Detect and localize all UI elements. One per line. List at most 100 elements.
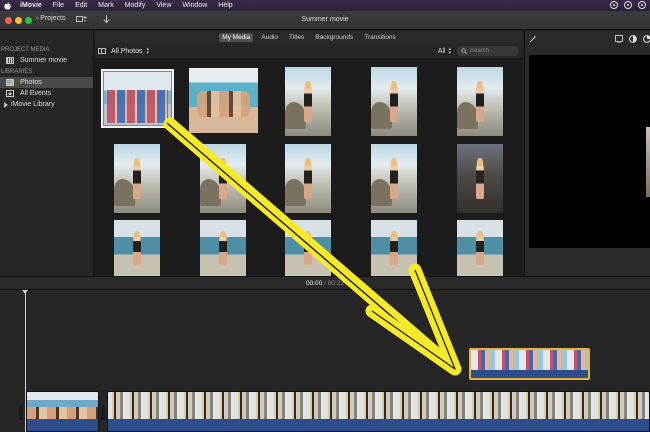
sidebar-item-label: All Events [20,90,52,97]
photo-thumbnail[interactable] [457,144,503,213]
photos-icon [6,79,14,86]
clip-audio-track [27,419,98,431]
photo-content [390,231,398,265]
status-icons [610,1,646,9]
dragged-photo-clip[interactable] [469,348,590,380]
viewer-toolbar [525,31,650,53]
photo-thumbnail[interactable] [371,67,417,136]
photo-thumbnail[interactable] [101,69,174,128]
photo-thumbnail[interactable] [200,220,246,276]
timecode-separator: / [324,280,326,287]
apple-logo-icon[interactable] [4,1,12,10]
photo-content [304,157,312,200]
clip-audio-track [108,419,649,431]
menu-modify[interactable]: Modify [125,2,146,9]
timeline[interactable] [0,290,650,432]
photo-content [476,80,484,123]
photo-content [133,157,141,200]
clip-frames [471,350,588,370]
window-title: Summer movie [301,16,349,23]
tab-backgrounds[interactable]: Backgrounds [312,33,356,42]
timeline-clip[interactable] [107,391,650,432]
photo-thumbnail[interactable] [285,67,331,136]
photo-content [133,231,141,265]
events-star-icon [6,90,14,97]
photo-content [114,178,135,207]
photo-content [304,231,312,265]
menu-file[interactable]: File [53,2,64,9]
photo-thumbnail[interactable] [114,220,160,276]
tab-audio[interactable]: Audio [258,33,281,42]
photo-thumbnail[interactable] [114,144,160,213]
menu-view[interactable]: View [156,2,171,9]
sidebar-item-label: iMovie Library [11,101,55,108]
clip-filter-selector[interactable]: All ▴ ▾ [437,46,451,56]
media-browser-tabs: My Media Audio Titles Backgrounds Transi… [95,31,523,44]
photo-content [285,101,306,130]
sidebar-item-label: Photos [20,79,42,86]
clip-frames [27,392,98,420]
clip-trim-handle[interactable] [101,406,105,420]
sidebar-toggle-icon[interactable] [98,48,106,54]
photo-thumbnail[interactable] [371,144,417,213]
magic-wand-icon[interactable] [529,35,537,43]
photo-content [476,157,484,200]
menu-window[interactable]: Window [182,2,207,9]
viewer-panel [524,31,650,276]
photo-content [371,178,392,207]
record-status-icon[interactable] [610,1,618,9]
sidebar-item-photos[interactable]: Photos [0,77,93,88]
tab-titles[interactable]: Titles [286,33,307,42]
photo-content [371,101,392,130]
sidebar-item-imovie-library[interactable]: iMovie Library [0,99,93,110]
photo-thumbnail[interactable] [200,144,246,213]
viewer-preview-frame [646,127,650,197]
photo-thumbnail[interactable] [371,220,417,276]
tab-my-media[interactable]: My Media [219,33,254,42]
sync-status-icon[interactable] [624,1,632,9]
photo-grid [95,58,523,276]
photo-content [197,90,250,117]
window-toolbar: ‹ Projects Summer movie [0,11,650,30]
control-center-icon[interactable] [638,1,646,9]
disclosure-triangle-icon[interactable] [4,101,8,108]
sidebar-item-all-events[interactable]: All Events [0,88,93,99]
libraries-heading: LIBRARIES [1,69,33,75]
photo-thumbnail[interactable] [457,67,503,136]
menu-help[interactable]: Help [218,2,232,9]
clip-filter-label: All [437,47,446,55]
film-icon [6,57,14,64]
clip-frames [108,392,649,420]
photo-content [200,178,221,207]
photo-content [304,80,312,123]
search-input[interactable] [470,48,518,54]
photo-content [219,157,227,200]
menu-edit[interactable]: Edit [75,2,87,9]
project-media-heading: PROJECT MEDIA [1,47,50,53]
photo-thumbnail[interactable] [457,220,503,276]
up-down-chevron-icon: ▴ ▾ [448,46,451,56]
search-field[interactable] [457,46,518,56]
clip-trim-handle[interactable] [19,406,23,420]
photo-thumbnail[interactable] [285,220,331,276]
menu-imovie[interactable]: iMovie [20,2,42,9]
photo-content [457,101,478,130]
tab-transitions[interactable]: Transitions [361,33,399,42]
source-selector[interactable]: All Photos ▴ ▾ [111,46,150,56]
timeline-clip[interactable] [26,391,99,432]
up-down-chevron-icon: ▴ ▾ [146,46,150,56]
search-icon [461,48,467,54]
menu-mark[interactable]: Mark [98,2,114,9]
browser-filter-bar: All Photos ▴ ▾ All ▴ ▾ [95,44,523,58]
photo-thumbnail[interactable] [285,144,331,213]
timecode-bar: 00:00 / 00:22 [0,276,650,290]
color-correction-icon[interactable] [643,35,650,43]
sidebar-item-summer-movie[interactable]: Summer movie [0,55,93,66]
photo-thumbnail[interactable] [189,68,258,133]
color-balance-icon[interactable] [629,35,637,43]
viewer-screen [529,55,650,248]
clip-audio-track [471,369,588,378]
source-selector-label: All Photos [111,47,143,55]
photo-content [390,80,398,123]
crop-icon[interactable] [615,35,623,43]
